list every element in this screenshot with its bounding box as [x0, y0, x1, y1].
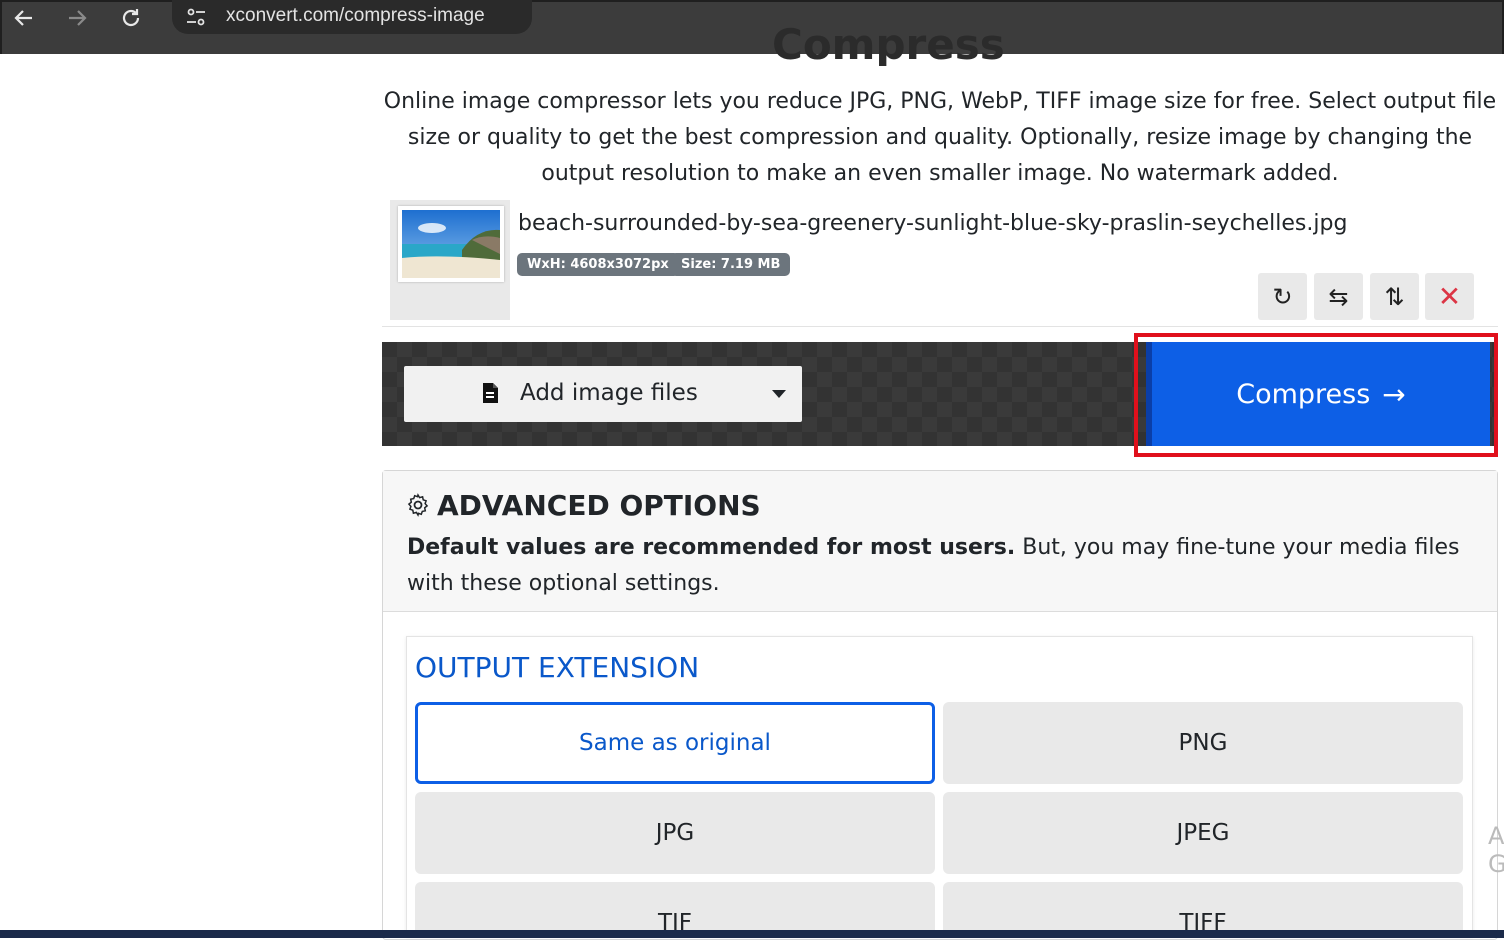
file-name: beach-surrounded-by-sea-greenery-sunligh…	[518, 211, 1348, 236]
side-text: A G	[1488, 822, 1504, 878]
option-png[interactable]: PNG	[943, 702, 1463, 784]
arrow-right-icon: →	[1382, 377, 1406, 411]
caret-down-icon[interactable]	[772, 390, 786, 398]
flip-vertical-icon: ⇅	[1384, 282, 1405, 311]
rotate-button[interactable]: ↻	[1258, 273, 1307, 320]
add-image-files-label: Add image files	[520, 380, 698, 406]
remove-file-button[interactable]: ✕	[1425, 273, 1474, 320]
file-icon	[483, 383, 498, 403]
option-jpeg[interactable]: JPEG	[943, 792, 1463, 874]
gear-icon	[407, 493, 429, 517]
beach-thumbnail-image	[402, 210, 500, 278]
forward-button[interactable]	[62, 4, 92, 32]
page-title-text: Compress Image	[772, 22, 1005, 66]
window-bottom-edge	[0, 930, 1504, 938]
advanced-desc-bold: Default values are recommended for most …	[407, 535, 1016, 560]
flip-vertical-button[interactable]: ⇅	[1370, 273, 1419, 320]
advanced-options-description: Default values are recommended for most …	[407, 530, 1467, 602]
url-text[interactable]: xconvert.com/compress-image	[226, 5, 485, 27]
site-settings-icon[interactable]	[185, 6, 207, 28]
advanced-options-title: ADVANCED OPTIONS	[437, 489, 761, 522]
side-text-cutoff: A G	[1488, 822, 1504, 878]
option-jpg[interactable]: JPG	[415, 792, 935, 874]
reload-button[interactable]	[116, 4, 146, 32]
output-extension-title: OUTPUT EXTENSION	[415, 651, 700, 684]
compress-label: Compress	[1236, 378, 1371, 410]
dimensions-badge: WxH: 4608x3072px	[517, 253, 679, 276]
page-title: Compress Image	[772, 22, 1132, 66]
option-same-as-original[interactable]: Same as original	[415, 702, 935, 784]
size-badge: Size: 7.19 MB	[671, 253, 791, 276]
back-button[interactable]	[9, 4, 39, 32]
divider	[382, 326, 1498, 327]
flip-horizontal-icon: ⇆	[1328, 282, 1349, 311]
compress-button[interactable]: Compress →	[1146, 342, 1490, 446]
add-image-files-button[interactable]: Add image files	[404, 366, 802, 422]
arrow-right-icon	[69, 10, 87, 26]
file-thumbnail	[398, 206, 504, 282]
arrow-left-icon	[14, 10, 32, 26]
flip-horizontal-button[interactable]: ⇆	[1314, 273, 1363, 320]
intro-text: Online image compressor lets you reduce …	[383, 89, 1497, 186]
rotate-icon: ↻	[1272, 282, 1293, 311]
reload-icon	[122, 9, 140, 27]
close-icon: ✕	[1437, 280, 1462, 313]
